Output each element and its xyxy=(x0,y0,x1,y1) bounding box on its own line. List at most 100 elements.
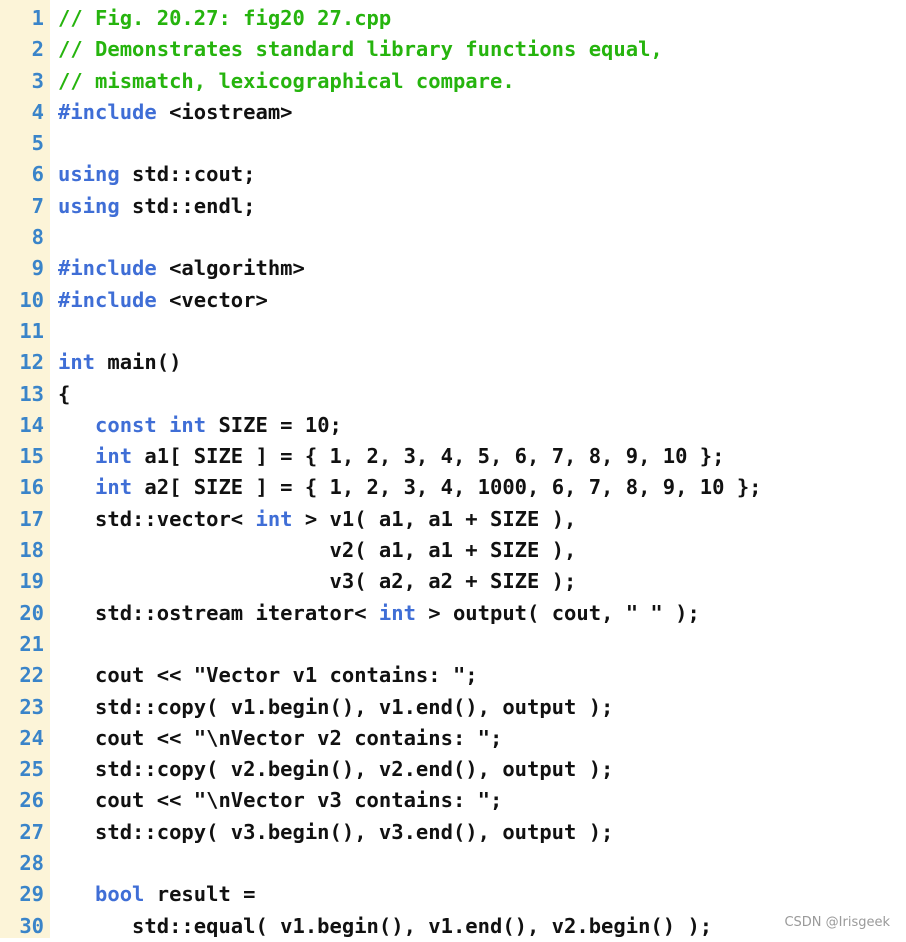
line-number: 25 xyxy=(19,757,44,782)
line-number: 5 xyxy=(31,131,44,156)
line-number: 17 xyxy=(19,506,44,531)
code-token: SIZE = 10; xyxy=(206,412,342,437)
code-text: using std::endl; xyxy=(58,191,255,222)
code-line: 6 using std::cout; xyxy=(0,159,906,190)
line-number: 16 xyxy=(19,475,44,500)
line-number: 30 xyxy=(19,913,44,938)
line-number: 18 xyxy=(19,538,44,563)
code-line: 29 bool result = xyxy=(0,879,906,910)
line-number: 3 xyxy=(31,68,44,93)
code-line: 22 cout << "Vector v1 contains: "; xyxy=(0,660,906,691)
code-comment: // mismatch, lexicographical compare. xyxy=(58,68,515,93)
code-text: // mismatch, lexicographical compare. xyxy=(58,66,515,97)
line-number: 22 xyxy=(19,663,44,688)
code-text: v2( a1, a1 + SIZE ), xyxy=(58,535,577,566)
code-line: 10 #include <vector> xyxy=(0,285,906,316)
watermark: CSDN @Irisgeek xyxy=(782,915,892,930)
code-comment: // Demonstrates standard library functio… xyxy=(58,37,663,62)
code-text: cout << "Vector v1 contains: "; xyxy=(58,660,478,691)
code-text: cout << "\nVector v3 contains: "; xyxy=(58,785,502,816)
code-token: v3( a2, a2 + SIZE ); xyxy=(58,569,577,594)
line-number: 23 xyxy=(19,694,44,719)
code-text: std::equal( v1.begin(), v1.end(), v2.beg… xyxy=(58,911,712,942)
line-number: 1 xyxy=(31,6,44,30)
code-token: cout << "\nVector v2 contains: "; xyxy=(58,725,503,750)
code-text: { xyxy=(58,379,70,410)
line-number: 6 xyxy=(31,162,44,187)
line-number: 12 xyxy=(19,350,44,375)
line-number: 2 xyxy=(31,37,44,62)
code-keyword: using xyxy=(58,162,120,187)
code-line: 27 std::copy( v3.begin(), v3.end(), outp… xyxy=(0,817,906,848)
code-token: std::ostream iterator< xyxy=(58,600,379,625)
code-token: cout << "Vector v1 contains: "; xyxy=(58,663,478,688)
code-keyword: int xyxy=(95,444,133,469)
code-line: 17 std::vector< int > v1( a1, a1 + SIZE … xyxy=(0,504,906,535)
code-text: std::copy( v2.begin(), v2.end(), output … xyxy=(58,754,613,785)
code-line: 24 cout << "\nVector v2 contains: "; xyxy=(0,723,906,754)
code-line: 26 cout << "\nVector v3 contains: "; xyxy=(0,785,906,816)
code-token: std::copy( v1.begin(), v1.end(), output … xyxy=(58,694,614,719)
code-line: 15 int a1[ SIZE ] = { 1, 2, 3, 4, 5, 6, … xyxy=(0,441,906,472)
code-text: std::ostream iterator< int > output( cou… xyxy=(58,598,700,629)
code-text: #include <algorithm> xyxy=(58,253,305,284)
line-number: 10 xyxy=(19,287,44,312)
code-line: 12 int main() xyxy=(0,347,906,378)
code-text: int a1[ SIZE ] = { 1, 2, 3, 4, 5, 6, 7, … xyxy=(58,441,724,472)
code-token: std::vector< xyxy=(58,506,256,531)
code-token: <iostream> xyxy=(156,99,293,124)
code-line: 30 std::equal( v1.begin(), v1.end(), v2.… xyxy=(0,911,906,942)
code-keyword: int xyxy=(169,412,207,437)
code-line: 5 xyxy=(0,128,906,159)
code-token: cout << "\nVector v3 contains: "; xyxy=(58,788,503,813)
code-line: 18 v2( a1, a1 + SIZE ), xyxy=(0,535,906,566)
line-number: 19 xyxy=(19,569,44,594)
code-line: 11 xyxy=(0,316,906,347)
code-token: result = xyxy=(144,882,256,907)
code-lines: 1 // Fig. 20.27: fig20 27.cpp 2 // Demonstr… xyxy=(0,3,906,942)
code-line: 8 xyxy=(0,222,906,253)
code-token: { xyxy=(58,381,71,406)
code-line: 9 #include <algorithm> xyxy=(0,253,906,284)
code-line: 2 // Demonstrates standard library functi… xyxy=(0,34,906,65)
line-number: 14 xyxy=(19,412,44,437)
code-token: std::endl; xyxy=(119,193,256,218)
code-text: #include <iostream> xyxy=(58,97,293,128)
code-line: 19 v3( a2, a2 + SIZE ); xyxy=(0,566,906,597)
line-number: 20 xyxy=(19,600,44,625)
code-line: 3 // mismatch, lexicographical compare. xyxy=(0,66,906,97)
code-keyword: int xyxy=(58,350,96,375)
line-number: 28 xyxy=(19,851,44,876)
code-line: 16 int a2[ SIZE ] = { 1, 2, 3, 4, 1000, … xyxy=(0,472,906,503)
code-token: > v1( a1, a1 + SIZE ), xyxy=(292,506,577,531)
code-token: v2( a1, a1 + SIZE ), xyxy=(58,538,577,563)
code-text: // Demonstrates standard library functio… xyxy=(58,34,663,65)
code-token: <vector> xyxy=(156,287,268,312)
code-line: 7 using std::endl; xyxy=(0,191,906,222)
code-text: // Fig. 20.27: fig20 27.cpp xyxy=(58,3,391,34)
code-text: cout << "\nVector v2 contains: "; xyxy=(58,723,502,754)
code-line: 1 // Fig. 20.27: fig20 27.cpp xyxy=(0,3,906,34)
code-text: int a2[ SIZE ] = { 1, 2, 3, 4, 1000, 6, … xyxy=(58,472,761,503)
code-keyword: bool xyxy=(95,882,145,907)
code-token: <algorithm> xyxy=(156,256,305,281)
code-keyword: const xyxy=(95,412,157,437)
code-line: 14 const int SIZE = 10; xyxy=(0,410,906,441)
line-number: 27 xyxy=(19,819,44,844)
code-text: const int SIZE = 10; xyxy=(58,410,342,441)
code-token: std::cout; xyxy=(119,162,256,187)
code-line: 13 { xyxy=(0,379,906,410)
code-token: > output( cout, " " ); xyxy=(415,600,700,625)
line-number: 9 xyxy=(31,256,44,281)
code-token: std::copy( v3.begin(), v3.end(), output … xyxy=(58,819,614,844)
code-text: v3( a2, a2 + SIZE ); xyxy=(58,566,577,597)
line-number: 7 xyxy=(31,193,44,218)
line-number: 11 xyxy=(19,318,44,343)
code-text: std::copy( v1.begin(), v1.end(), output … xyxy=(58,692,613,723)
code-text: std::vector< int > v1( a1, a1 + SIZE ), xyxy=(58,504,576,535)
line-number: 4 xyxy=(31,99,44,124)
